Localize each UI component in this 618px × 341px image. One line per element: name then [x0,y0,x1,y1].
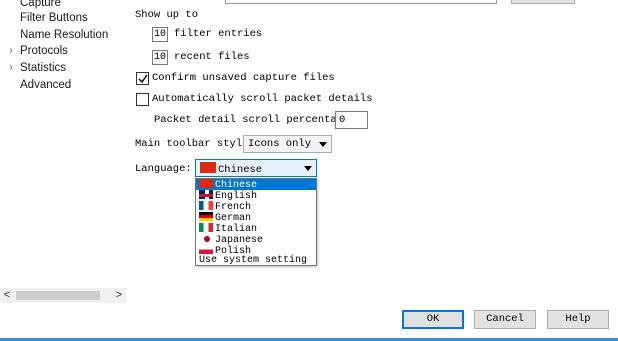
language-option-english[interactable]: English [196,190,316,202]
option-label: Use system setting [199,255,308,266]
poland-flag-icon [199,245,213,254]
cancel-button[interactable]: Cancel [474,310,536,329]
checkmark-icon [138,74,148,84]
scroll-right-icon[interactable]: > [112,288,126,303]
language-select[interactable]: Chinese [195,159,317,177]
language-option-italian[interactable]: Italian [196,223,316,235]
filter-entries-label: filter entries [174,28,263,40]
chevron-down-icon [304,166,312,171]
nav-item-label: Statistics [20,62,67,74]
france-flag-icon [199,201,213,210]
auto-scroll-label: Automatically scroll packet details [152,93,373,105]
scroll-percentage-input[interactable]: 0 [335,111,368,129]
recent-files-input[interactable]: 10 [152,50,168,65]
china-flag-icon [199,179,213,188]
japan-flag-icon [199,234,213,243]
italy-flag-icon [199,223,213,232]
auto-scroll-checkbox[interactable] [136,93,149,106]
nav-item-statistics[interactable]: › Statistics [9,61,67,75]
nav-item-label: Name Resolution [20,29,109,41]
preferences-nav-tree: Capture Filter Buttons Name Resolution ›… [0,0,128,286]
scroll-percentage-label: Packet detail scroll percentage: [154,114,356,126]
language-option-french[interactable]: French [196,201,316,213]
toolbar-style-label: Main toolbar style: [135,138,255,150]
language-value: Chinese [200,162,262,177]
ok-button[interactable]: OK [402,310,464,329]
language-option-chinese[interactable]: Chinese [196,179,316,191]
nav-item-label: Filter Buttons [20,12,88,24]
confirm-unsaved-label: Confirm unsaved capture files [152,72,335,84]
china-flag-icon [200,162,216,173]
recent-files-label: recent files [174,51,250,63]
nav-item-label: Protocols [20,45,68,57]
germany-flag-icon [199,212,213,221]
browse-button[interactable] [511,0,575,4]
language-option-japanese[interactable]: Japanese [196,234,316,246]
path-field[interactable] [225,0,497,4]
appearance-preferences-pane: Show up to 10 filter entries 10 recent f… [128,0,618,305]
nav-item-filter-buttons[interactable]: Filter Buttons [20,11,88,25]
expand-arrow-icon[interactable]: › [6,44,16,58]
scrollbar-thumb[interactable] [16,291,100,300]
nav-item-protocols[interactable]: › Protocols [9,44,68,58]
uk-flag-icon [199,190,213,199]
nav-item-name-resolution[interactable]: Name Resolution [20,28,108,42]
toolbar-style-value: Icons only [248,138,312,150]
nav-item-label: Capture [20,0,61,9]
expand-arrow-icon[interactable]: › [6,61,16,75]
help-button[interactable]: Help [547,310,609,329]
language-dropdown-list: Chinese English French German Italian Ja… [195,178,317,266]
toolbar-style-select[interactable]: Icons only [243,135,332,153]
nav-horizontal-scrollbar[interactable]: < > [0,288,126,303]
show-up-to-label: Show up to [135,9,199,21]
nav-item-advanced[interactable]: Advanced [20,78,71,92]
language-value-text: Chinese [218,164,263,176]
nav-item-label: Advanced [20,79,72,91]
language-option-system[interactable]: Use system setting [196,255,316,266]
chevron-down-icon [319,142,327,147]
language-label: Language: [135,163,192,175]
filter-entries-input[interactable]: 10 [152,27,168,42]
nav-item-capture[interactable]: Capture [20,0,61,10]
scroll-percentage-value: 0 [339,114,346,126]
language-option-german[interactable]: German [196,212,316,224]
confirm-unsaved-checkbox[interactable] [136,72,149,85]
scroll-left-icon[interactable]: < [0,288,14,303]
